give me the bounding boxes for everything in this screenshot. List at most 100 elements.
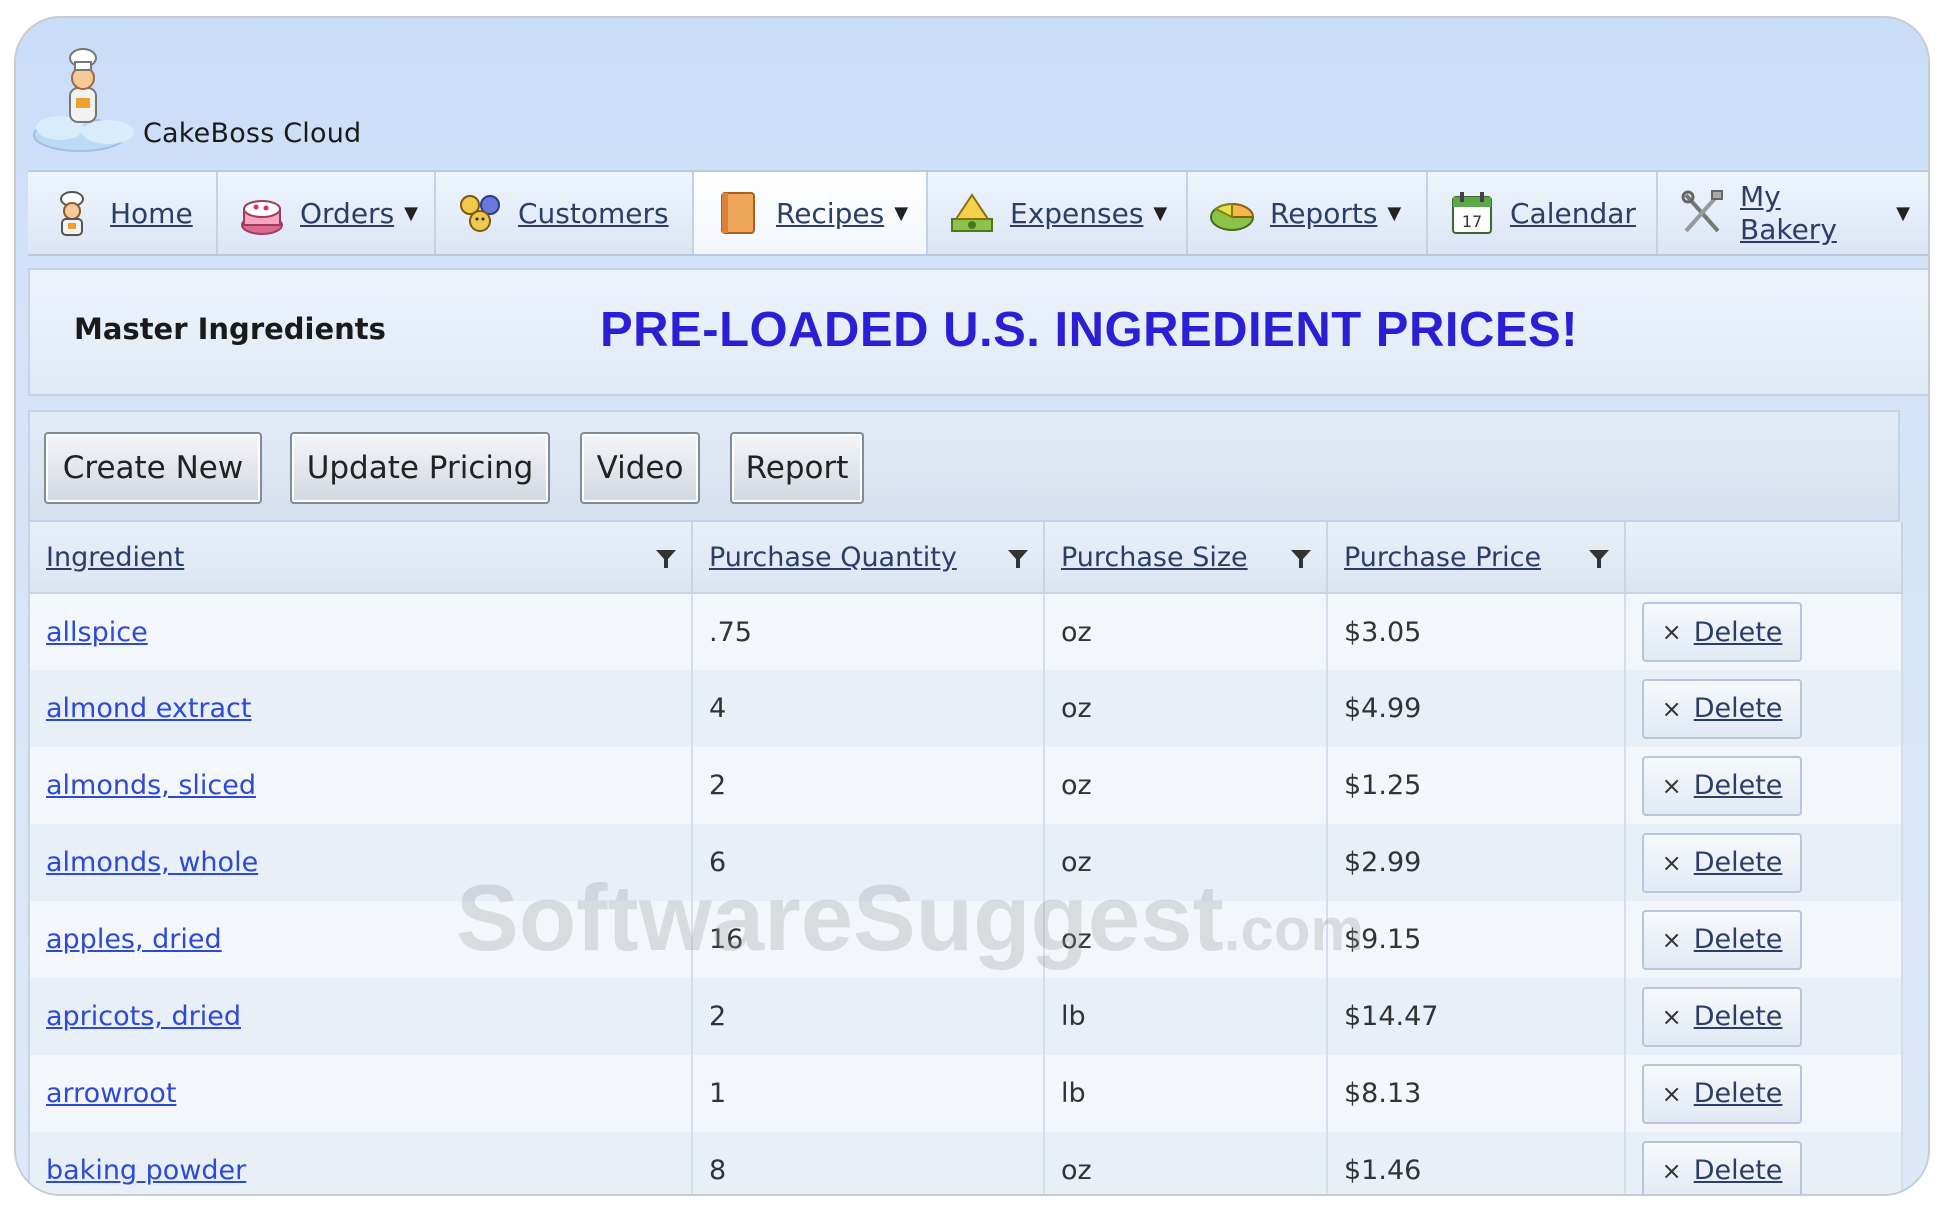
chevron-down-icon: ▼ [1153,202,1168,224]
ingredients-grid-panel: Create New Update Pricing Video Report I… [28,410,1903,1194]
filter-icon[interactable] [1588,548,1610,570]
nav-recipes-label: Recipes [776,196,885,230]
money-icon [951,193,993,232]
table-row: allspice .75 oz $3.05 × Delete [30,593,1903,670]
close-icon: × [1661,925,1682,954]
ingredient-link[interactable]: almonds, sliced [46,770,256,801]
nav-home[interactable]: Home [28,172,218,254]
close-icon: × [1661,618,1682,646]
purchase-quantity-cell: 4 [692,670,1045,747]
purchase-price-cell: $9.15 [1327,901,1626,978]
nav-reports-label: Reports [1270,196,1378,230]
column-header-ingredient[interactable]: Ingredient [30,522,693,594]
customers-icon [460,195,500,232]
chevron-down-icon: ▼ [1896,202,1910,224]
filter-icon[interactable] [1007,548,1029,570]
purchase-quantity-cell: 2 [692,978,1045,1055]
nav-calendar[interactable]: 17 Calendar [1428,172,1658,254]
calendar-day: 17 [1462,212,1482,231]
purchase-size-cell: lb [1044,978,1328,1055]
purchase-size-cell: lb [1044,1055,1328,1132]
purchase-quantity-cell: 2 [692,747,1045,824]
chevron-down-icon: ▼ [404,202,419,224]
purchase-size-cell: oz [1044,670,1328,747]
nav-expenses[interactable]: Expenses ▼ [928,172,1188,254]
ingredient-link[interactable]: apples, dried [46,924,222,955]
column-header-purchase-price[interactable]: Purchase Price [1327,522,1626,594]
nav-orders[interactable]: Orders ▼ [218,172,436,254]
nav-home-label: Home [110,196,193,230]
ingredients-table: Ingredient Purchase Quantity Purchase Si… [30,522,1903,1194]
nav-expenses-label: Expenses [1010,196,1144,230]
purchase-quantity-cell: 6 [692,824,1045,901]
close-icon: × [1661,1002,1682,1031]
purchase-size-cell: oz [1044,593,1328,670]
pie-chart-icon [1210,202,1255,231]
update-pricing-button[interactable]: Update Pricing [290,432,550,504]
close-icon: × [1661,848,1682,877]
delete-button[interactable]: × Delete [1642,755,1802,816]
ingredient-link[interactable]: allspice [46,617,148,648]
purchase-quantity-cell: 16 [692,901,1045,978]
ingredient-link[interactable]: almonds, whole [46,847,258,878]
delete-button[interactable]: × Delete [1642,832,1802,893]
table-row: almonds, sliced 2 oz $1.25 × Delete [30,747,1903,824]
nav-reports[interactable]: Reports ▼ [1188,172,1428,254]
table-row: baking powder 8 oz $1.46 × Delete [30,1132,1903,1194]
title-panel: Master Ingredients PRE-LOADED U.S. INGRE… [28,268,1928,396]
purchase-quantity-cell: .75 [692,593,1045,670]
table-row: apples, dried 16 oz $9.15 × Delete [30,901,1903,978]
close-icon: × [1661,1156,1682,1185]
chevron-down-icon: ▼ [894,202,909,224]
calendar-icon: 17 [1452,192,1492,234]
table-row: apricots, dried 2 lb $14.47 × Delete [30,978,1903,1055]
delete-button[interactable]: × Delete [1642,986,1802,1047]
delete-button[interactable]: × Delete [1642,1063,1802,1124]
close-icon: × [1661,771,1682,800]
table-header-row: Ingredient Purchase Quantity Purchase Si… [30,522,1903,594]
table-row: almond extract 4 oz $4.99 × Delete [30,670,1903,747]
chevron-down-icon: ▼ [1387,202,1402,224]
nav-my-bakery[interactable]: My Bakery ▼ [1658,172,1928,254]
purchase-size-cell: oz [1044,747,1328,824]
column-header-actions [1625,522,1903,594]
table-row: arrowroot 1 lb $8.13 × Delete [30,1055,1903,1132]
delete-button[interactable]: × Delete [1642,678,1802,739]
main-nav: Home Orders ▼ Customers Recipes ▼ Expens… [28,170,1928,256]
promo-banner: PRE-LOADED U.S. INGREDIENT PRICES! [600,303,1579,357]
delete-button[interactable]: × Delete [1642,909,1802,970]
ingredient-link[interactable]: baking powder [46,1155,246,1186]
nav-customers[interactable]: Customers [436,172,694,254]
nav-customers-label: Customers [518,196,669,230]
video-button[interactable]: Video [580,432,700,504]
report-button[interactable]: Report [730,432,864,504]
purchase-price-cell: $14.47 [1327,978,1626,1055]
cake-icon [241,200,283,235]
column-header-purchase-size[interactable]: Purchase Size [1044,522,1328,594]
delete-button[interactable]: × Delete [1642,602,1802,662]
filter-icon[interactable] [655,548,677,570]
purchase-price-cell: $1.25 [1327,747,1626,824]
ingredient-link[interactable]: almond extract [46,693,251,724]
purchase-price-cell: $8.13 [1327,1055,1626,1132]
nav-orders-label: Orders [300,196,395,230]
app-header: CakeBoss Cloud [16,18,1928,168]
ingredient-link[interactable]: apricots, dried [46,1001,241,1032]
create-new-button[interactable]: Create New [44,432,262,504]
purchase-quantity-cell: 1 [692,1055,1045,1132]
purchase-quantity-cell: 8 [692,1132,1045,1194]
close-icon: × [1661,694,1682,723]
grid-toolbar: Create New Update Pricing Video Report [30,412,1898,522]
column-header-purchase-quantity[interactable]: Purchase Quantity [692,522,1045,594]
delete-button[interactable]: × Delete [1642,1140,1802,1194]
purchase-size-cell: oz [1044,901,1328,978]
nav-my-bakery-label: My Bakery [1740,180,1837,246]
nav-recipes[interactable]: Recipes ▼ [694,172,928,254]
app-title: CakeBoss Cloud [143,118,362,149]
filter-icon[interactable] [1290,548,1312,570]
page-title: Master Ingredients [74,312,386,346]
ingredient-link[interactable]: arrowroot [46,1078,176,1109]
purchase-size-cell: oz [1044,824,1328,901]
purchase-price-cell: $4.99 [1327,670,1626,747]
purchase-price-cell: $3.05 [1327,593,1626,670]
